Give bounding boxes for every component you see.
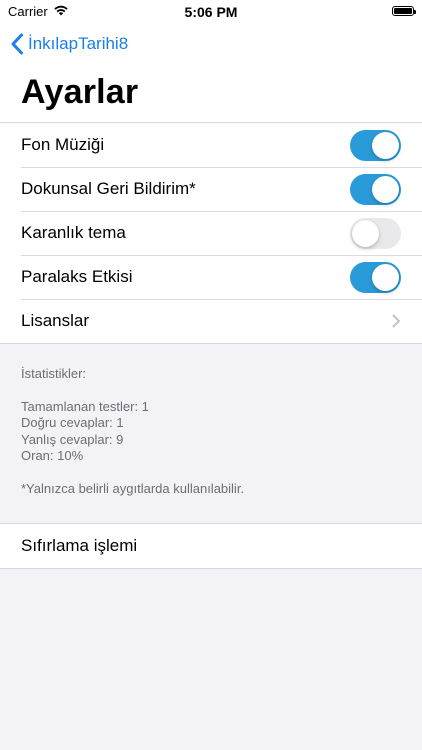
page-title: Ayarlar <box>21 73 139 111</box>
statistics-header: İstatistikler: <box>21 366 87 381</box>
dark-theme-toggle[interactable] <box>350 217 401 249</box>
wifi-icon <box>53 4 69 19</box>
status-left: Carrier <box>8 4 69 19</box>
navigation-bar: İnkılapTarihi8 <box>0 22 422 66</box>
reset-button[interactable]: Sıfırlama işlemi <box>0 524 422 568</box>
haptic-feedback-toggle[interactable] <box>350 173 401 205</box>
availability-note: *Yalnızca belirli aygıtlarda kullanılabi… <box>21 480 245 496</box>
statistics-footer: İstatistikler: Tamamlanan testler: 1 Doğ… <box>0 344 422 497</box>
chevron-right-icon <box>392 314 400 328</box>
setting-row-haptic-feedback[interactable]: Dokunsal Geri Bildirim* <box>0 167 422 211</box>
setting-row-parallax[interactable]: Paralaks Etkisi <box>0 255 422 299</box>
setting-label: Fon Müziği <box>21 135 105 154</box>
setting-row-background-music[interactable]: Fon Müziği <box>0 123 422 167</box>
setting-label: Lisanslar <box>21 311 90 330</box>
background-music-toggle[interactable] <box>350 129 401 161</box>
setting-label: Karanlık tema <box>21 223 126 242</box>
stat-wrong-answers: Yanlış cevaplar: 9 <box>21 431 124 447</box>
setting-row-licenses[interactable]: Lisanslar <box>0 299 422 343</box>
reset-label: Sıfırlama işlemi <box>21 536 138 555</box>
settings-group: Fon Müziği Dokunsal Geri Bildirim* Karan… <box>0 122 422 344</box>
back-button-label: İnkılapTarihi8 <box>28 34 129 53</box>
setting-label: Paralaks Etkisi <box>21 267 133 286</box>
setting-row-dark-theme[interactable]: Karanlık tema <box>0 211 422 255</box>
stat-completed-tests: Tamamlanan testler: 1 <box>21 398 149 414</box>
title-area: Ayarlar <box>0 66 422 122</box>
carrier-label: Carrier <box>8 3 48 19</box>
chevron-left-icon <box>11 33 23 55</box>
back-button[interactable]: İnkılapTarihi8 <box>10 33 128 55</box>
setting-label: Dokunsal Geri Bildirim* <box>21 179 196 198</box>
battery-icon <box>392 6 416 16</box>
status-bar: Carrier 5:06 PM <box>0 0 422 22</box>
stat-ratio: Oran: 10% <box>21 448 84 463</box>
reset-group: Sıfırlama işlemi <box>0 523 422 569</box>
parallax-toggle[interactable] <box>350 261 401 293</box>
stat-correct-answers: Doğru cevaplar: 1 <box>21 415 124 430</box>
